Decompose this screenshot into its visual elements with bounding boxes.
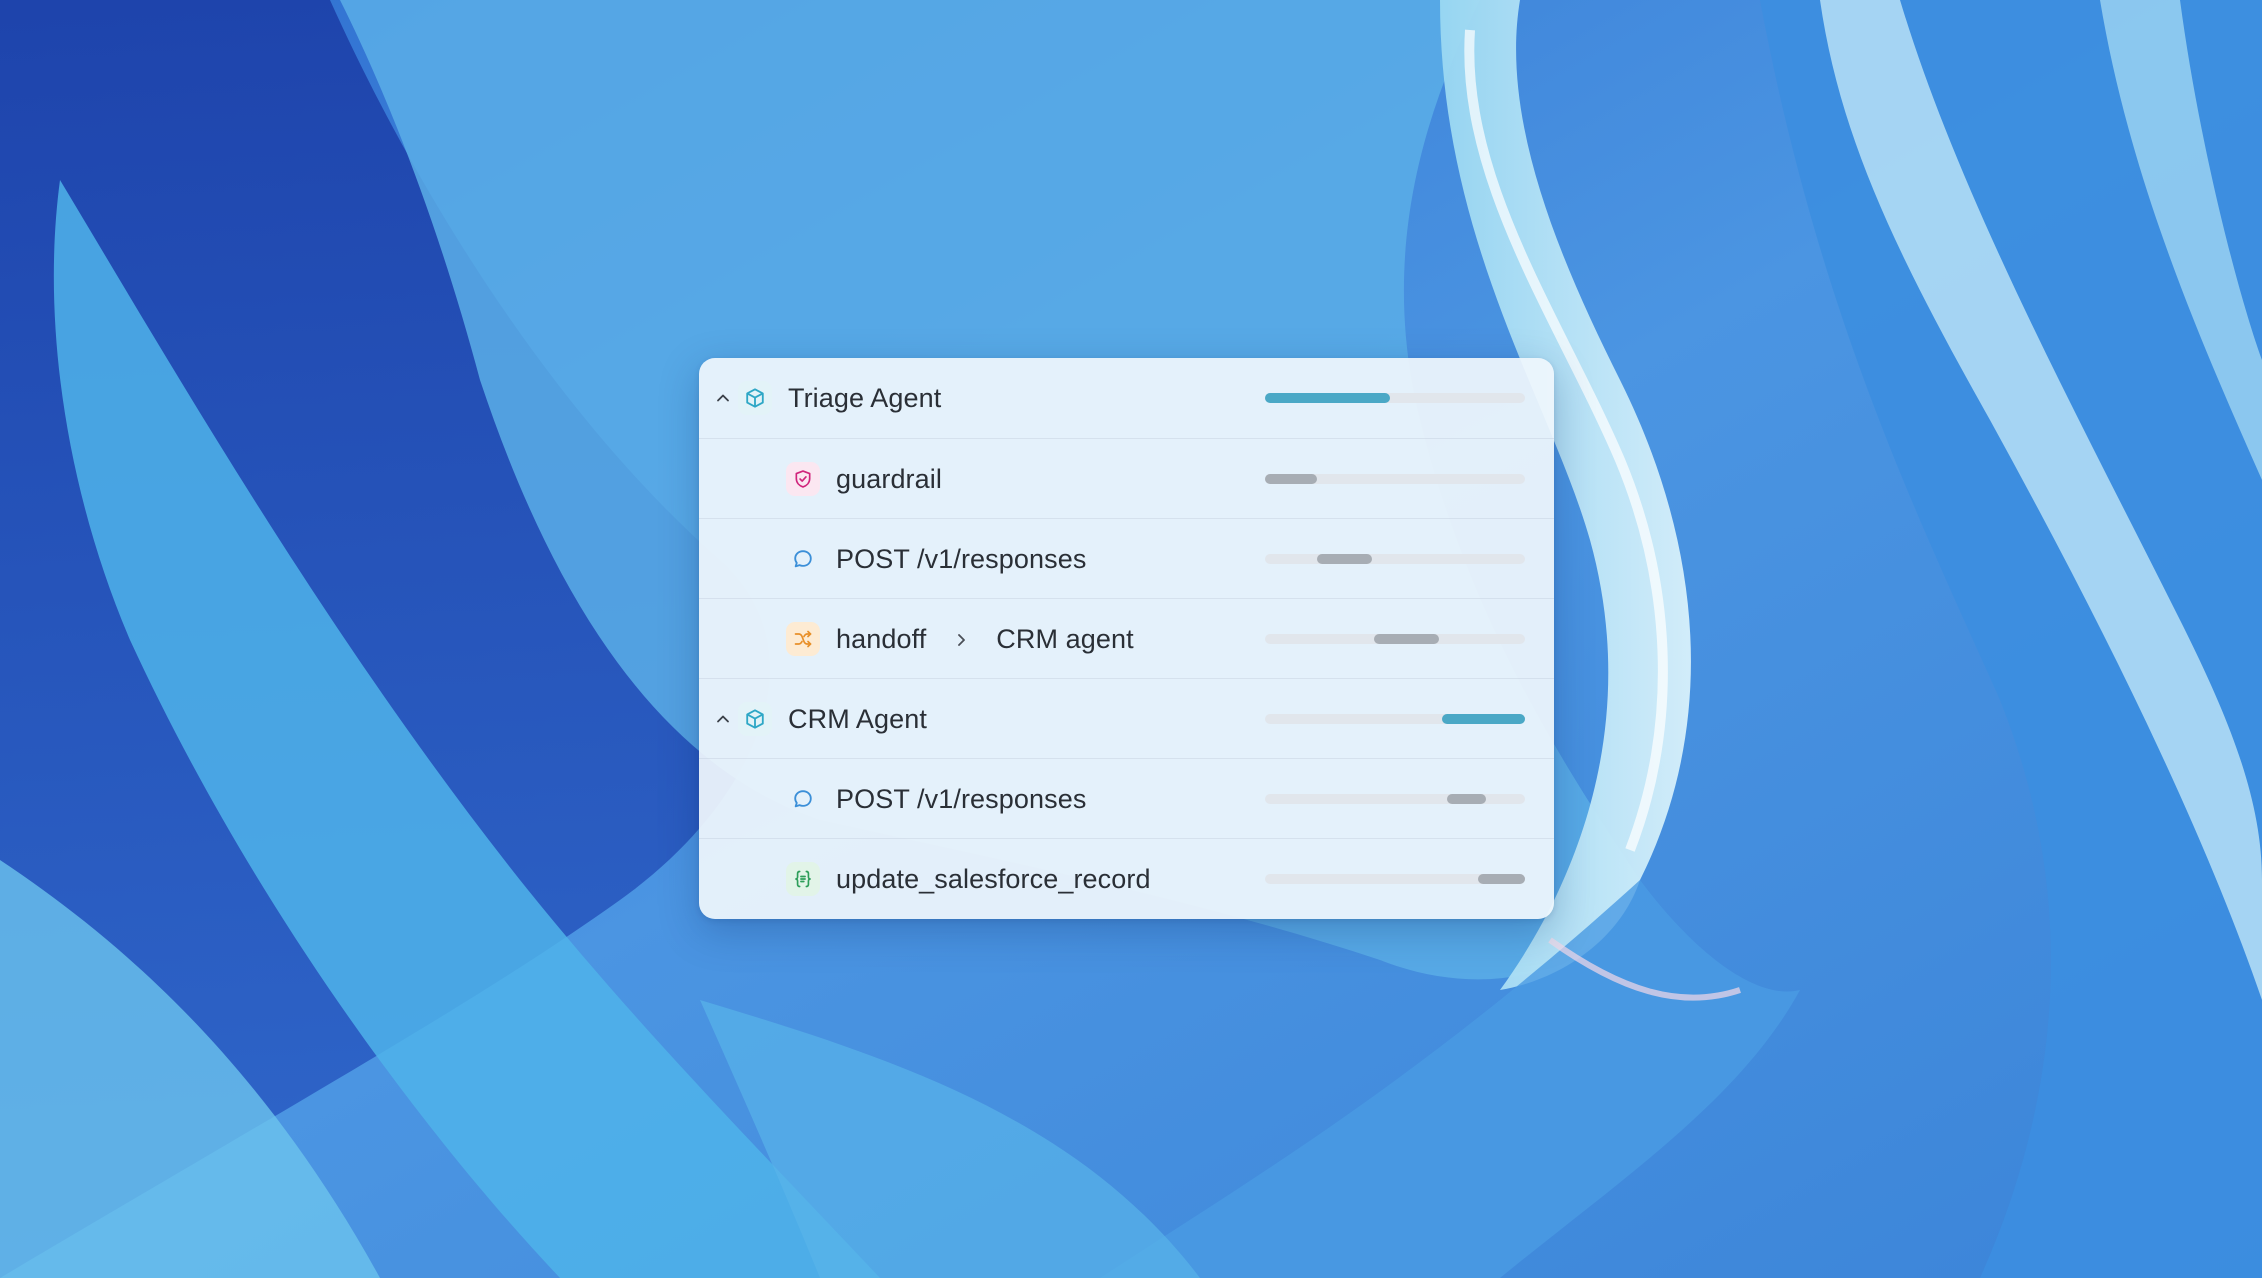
trace-row-triage-agent[interactable]: Triage Agent (699, 358, 1554, 438)
span-name: POST /v1/responses (836, 544, 1087, 574)
span-duration-fill (1478, 874, 1525, 884)
chat-bubble-icon (786, 782, 820, 816)
span-duration-fill (1441, 714, 1525, 724)
span-name: update_salesforce_record (836, 864, 1151, 894)
function-braces-icon (786, 862, 820, 896)
chevron-up-icon[interactable] (713, 709, 733, 729)
trace-row-response[interactable]: POST /v1/responses (699, 518, 1554, 598)
span-duration-fill (1374, 634, 1440, 644)
span-name: handoff (836, 624, 927, 654)
span-duration-fill (1447, 794, 1486, 804)
span-duration-fill (1317, 554, 1372, 564)
handoff-target: CRM agent (996, 624, 1134, 654)
span-name: POST /v1/responses (836, 784, 1087, 814)
span-name: guardrail (836, 464, 942, 494)
cube-icon (738, 702, 772, 736)
span-timeline-bar (1265, 474, 1525, 484)
span-timeline-bar (1265, 634, 1525, 644)
trace-row-function[interactable]: update_salesforce_record (699, 838, 1554, 918)
agent-name: Triage Agent (788, 383, 942, 413)
chevron-up-icon[interactable] (713, 388, 733, 408)
span-timeline-bar (1265, 874, 1525, 884)
shield-check-icon (786, 462, 820, 496)
span-timeline-bar (1265, 794, 1525, 804)
trace-row-crm-agent[interactable]: CRM Agent (699, 678, 1554, 758)
agent-name: CRM Agent (788, 704, 927, 734)
trace-panel: Triage Agent guardrail POST /v1/response… (699, 358, 1554, 919)
trace-row-guardrail[interactable]: guardrail (699, 438, 1554, 518)
chat-bubble-icon (786, 542, 820, 576)
span-timeline-bar (1265, 714, 1525, 724)
handoff-breadcrumb: handoff CRM agent (836, 624, 1134, 655)
shuffle-icon (786, 622, 820, 656)
chevron-right-icon (948, 624, 976, 655)
trace-row-handoff[interactable]: handoff CRM agent (699, 598, 1554, 678)
span-timeline-bar (1265, 554, 1525, 564)
trace-row-response[interactable]: POST /v1/responses (699, 758, 1554, 838)
span-duration-fill (1265, 474, 1317, 484)
cube-icon (738, 381, 772, 415)
span-timeline-bar (1265, 393, 1525, 403)
span-duration-fill (1265, 393, 1390, 403)
